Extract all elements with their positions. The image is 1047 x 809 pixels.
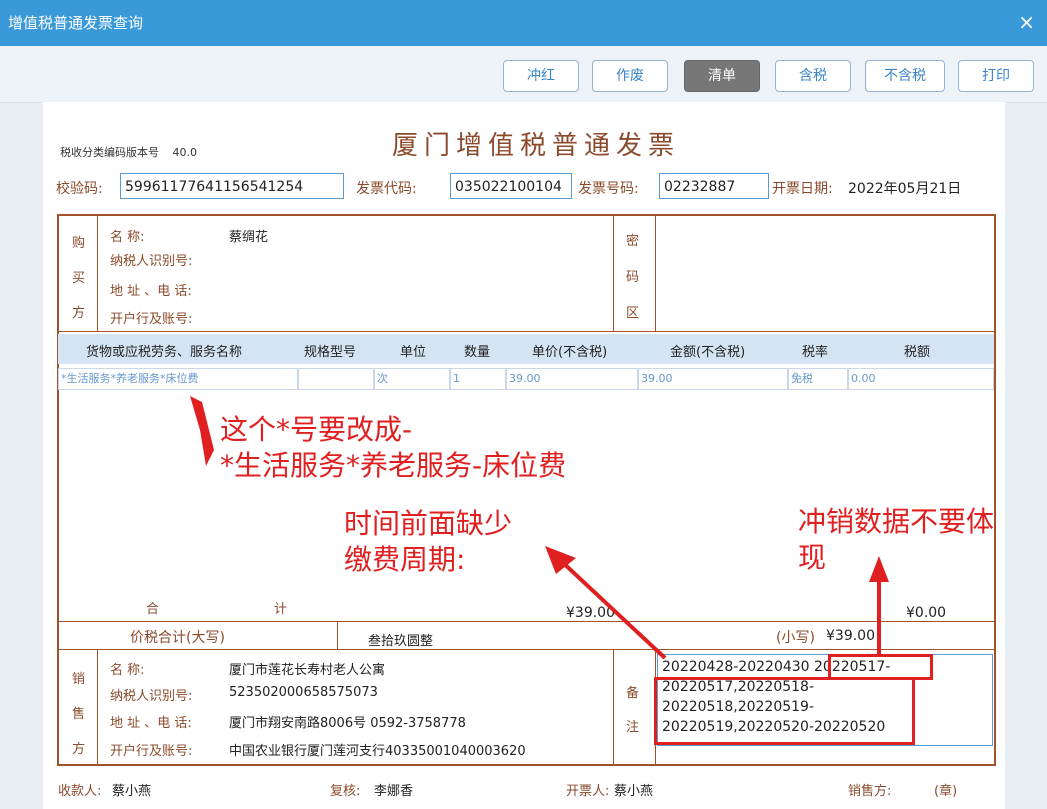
arrow-to-asterisk xyxy=(190,396,214,466)
arrow-to-period xyxy=(558,558,667,660)
arrowhead xyxy=(869,556,889,582)
annotation-arrows xyxy=(190,396,889,660)
